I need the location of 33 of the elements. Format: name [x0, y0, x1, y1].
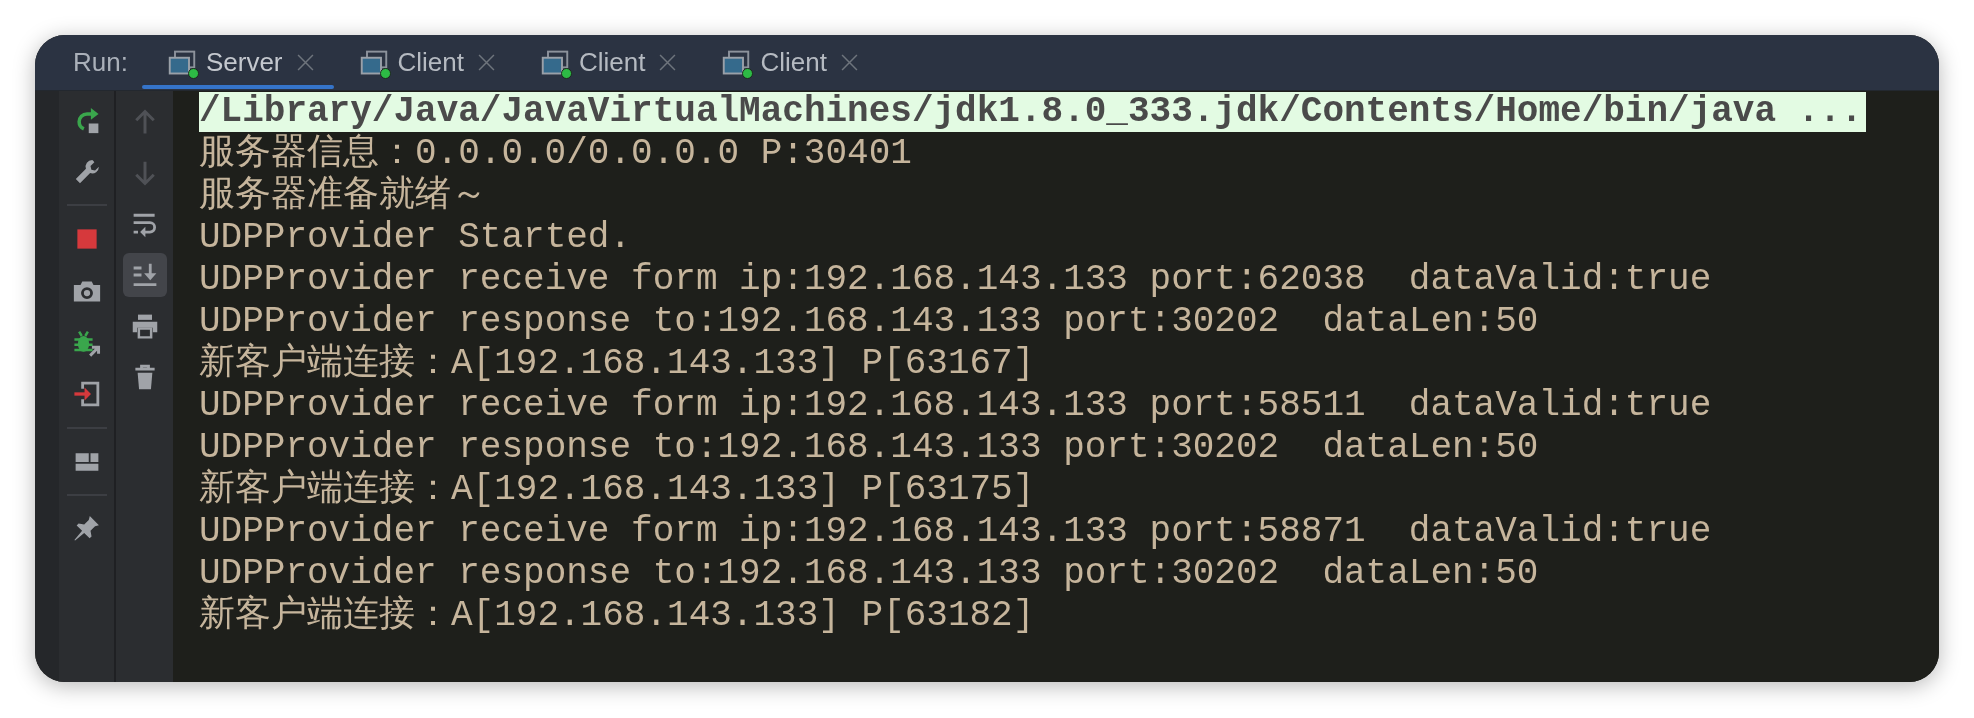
- console-line: UDPProvider receive form ip:192.168.143.133 port:58511 dataValid:true: [199, 385, 1712, 426]
- console-line: UDPProvider receive form ip:192.168.143.133 port:58871 dataValid:true: [199, 511, 1712, 552]
- run-tab[interactable]: Client: [696, 35, 878, 90]
- tab-label: Server: [205, 46, 283, 79]
- console-line: 服务器信息：0.0.0.0/0.0.0.0 P:30401: [199, 133, 912, 174]
- console-window-icon: [359, 48, 388, 77]
- scroll-to-end-button[interactable]: [122, 253, 167, 297]
- tab-label: Client: [579, 46, 646, 79]
- console-line: UDPProvider response to:192.168.143.133 port:30202 dataLen:50: [199, 427, 1539, 468]
- console-line: 新客户端连接：A[192.168.143.133] P[63182]: [199, 595, 1035, 636]
- console-line: UDPProvider response to:192.168.143.133 port:30202 dataLen:50: [199, 553, 1539, 594]
- console-window-icon: [722, 48, 751, 77]
- run-tab[interactable]: Client: [515, 35, 697, 90]
- console-line: 新客户端连接：A[192.168.143.133] P[63175]: [199, 469, 1035, 510]
- print-icon[interactable]: [130, 312, 159, 340]
- close-icon[interactable]: [478, 54, 495, 71]
- console-line: 服务器准备就绪～: [199, 175, 487, 216]
- close-icon[interactable]: [659, 54, 677, 71]
- run-label: Run:: [73, 46, 128, 79]
- console-line: UDPProvider receive form ip:192.168.143.133 port:62038 dataValid:true: [199, 259, 1712, 300]
- pin-icon[interactable]: [72, 514, 101, 542]
- console-line: UDPProvider Started.: [199, 217, 632, 258]
- console-line: UDPProvider response to:192.168.143.133 port:30202 dataLen:50: [199, 301, 1539, 342]
- close-icon[interactable]: [296, 54, 314, 71]
- bug-icon[interactable]: [72, 329, 101, 357]
- close-icon[interactable]: [840, 54, 858, 71]
- exit-icon[interactable]: [72, 380, 101, 408]
- console-line: 新客户端连接：A[192.168.143.133] P[63167]: [199, 343, 1035, 384]
- console-window-icon: [167, 48, 196, 77]
- console-window-icon: [541, 48, 569, 77]
- run-tab[interactable]: Client: [333, 35, 515, 90]
- tab-label: Client: [760, 46, 827, 79]
- tab-label: Client: [397, 46, 464, 79]
